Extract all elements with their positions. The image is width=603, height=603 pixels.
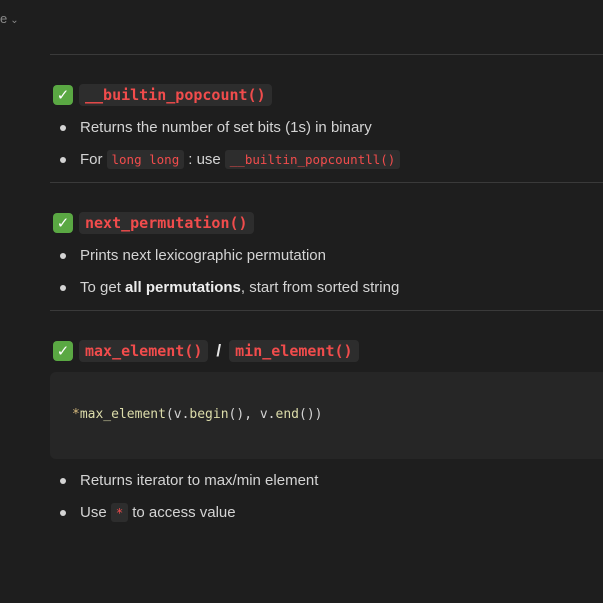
divider — [50, 54, 603, 55]
list-item: Returns the number of set bits (1s) in b… — [60, 119, 372, 136]
top-breadcrumb[interactable]: e ⌄ — [0, 11, 19, 26]
bullet-icon — [60, 284, 66, 291]
heading-code: __builtin_popcount() — [79, 84, 272, 106]
list-item-text: Returns iterator to max/min element — [80, 472, 319, 489]
code-token: * — [72, 407, 80, 422]
divider — [50, 182, 603, 183]
code-block[interactable]: *max_element(v.begin(), v.end()) — [50, 372, 603, 459]
code-token: end — [275, 407, 299, 422]
list-item-text: For — [80, 151, 103, 168]
list-item: For long long : use __builtin_popcountll… — [60, 150, 404, 169]
heading-code: min_element() — [229, 340, 359, 362]
list-item-text: Prints next lexicographic permutation — [80, 247, 326, 264]
code-token: max_element — [79, 407, 166, 422]
code-token: ()) — [299, 407, 323, 422]
inline-code: __builtin_popcountll() — [224, 150, 401, 169]
checkmark-icon: ✓ — [53, 85, 73, 105]
list-item: To get all permutations, start from sort… — [60, 279, 399, 296]
section-heading-max-min-element: ✓ max_element() / min_element() — [53, 340, 359, 362]
list-item: Use * to access value — [60, 503, 236, 522]
code-line: *max_element(v.begin(), v.end()) — [72, 407, 322, 422]
checkmark-icon: ✓ — [53, 341, 73, 361]
bullet-icon — [60, 509, 66, 516]
list-item-text: Returns the number of set bits (1s) in b… — [80, 119, 372, 136]
bullet-icon — [60, 156, 66, 163]
code-token: (), v. — [228, 407, 276, 422]
list-item-text: Use — [80, 504, 107, 521]
divider — [50, 310, 603, 311]
section-heading-popcount: ✓ __builtin_popcount() — [53, 84, 272, 106]
top-label: e — [0, 11, 8, 26]
heading-separator: / — [216, 341, 222, 360]
bullet-icon — [60, 252, 66, 259]
chevron-down-icon: ⌄ — [10, 15, 19, 26]
code-token: begin — [189, 407, 229, 422]
inline-code: * — [110, 503, 129, 522]
list-item: Prints next lexicographic permutation — [60, 247, 326, 264]
code-token: (v. — [165, 407, 190, 422]
bullet-icon — [60, 124, 66, 131]
inline-code: long long — [106, 150, 185, 169]
list-item-text: : use — [188, 151, 221, 168]
bullet-icon — [60, 477, 66, 484]
section-heading-next-permutation: ✓ next_permutation() — [53, 212, 254, 234]
list-item: Returns iterator to max/min element — [60, 472, 318, 489]
bold-text: all permutations — [125, 279, 241, 296]
list-item-text: , start from sorted string — [240, 279, 400, 296]
heading-code: next_permutation() — [79, 212, 254, 234]
checkmark-icon: ✓ — [53, 213, 73, 233]
heading-code: max_element() — [79, 340, 209, 362]
list-item-text: to access value — [132, 504, 236, 521]
list-item-text: To get — [80, 279, 121, 296]
